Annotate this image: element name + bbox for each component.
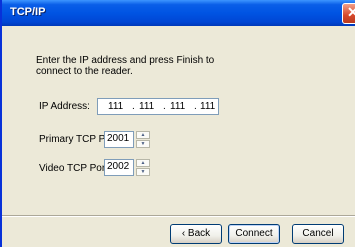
spin-up-icon[interactable]: ▲ [136,131,150,139]
spin-up-icon[interactable]: ▲ [136,159,150,167]
ip-octet-3[interactable]: 111 [170,101,185,112]
title-bar[interactable]: TCP/IP ✕ [2,0,355,26]
ip-octet-2[interactable]: 111 [139,101,154,112]
ip-address-label: IP Address: [39,101,90,112]
ip-dot: . [163,101,166,112]
ip-octet-4[interactable]: 111 [200,101,215,112]
cancel-button[interactable]: Cancel [292,224,344,244]
tcpip-dialog: TCP/IP ✕ Enter the IP address and press … [0,0,355,247]
primary-port-spinner[interactable]: ▲ ▼ [136,131,150,148]
primary-port-input[interactable]: 2001 [104,131,134,148]
ip-dot: . [132,101,135,112]
back-button[interactable]: ‹ Back [170,224,222,244]
ip-octet-1[interactable]: 111 [108,101,123,112]
close-icon: ✕ [347,4,355,21]
ip-dot: . [194,101,197,112]
video-port-spinner[interactable]: ▲ ▼ [136,159,150,176]
close-button[interactable]: ✕ [342,3,355,24]
spin-down-icon[interactable]: ▼ [136,168,150,176]
instruction-text: Enter the IP address and press Finish to… [36,55,215,77]
ip-address-field[interactable]: 111 . 111 . 111 . 111 [97,98,219,115]
connect-button[interactable]: Connect [228,224,280,244]
window-title: TCP/IP [10,6,46,18]
separator [2,215,355,217]
video-port-input[interactable]: 2002 [104,159,134,176]
spin-down-icon[interactable]: ▼ [136,140,150,148]
video-port-label: Video TCP Port: [39,163,111,174]
